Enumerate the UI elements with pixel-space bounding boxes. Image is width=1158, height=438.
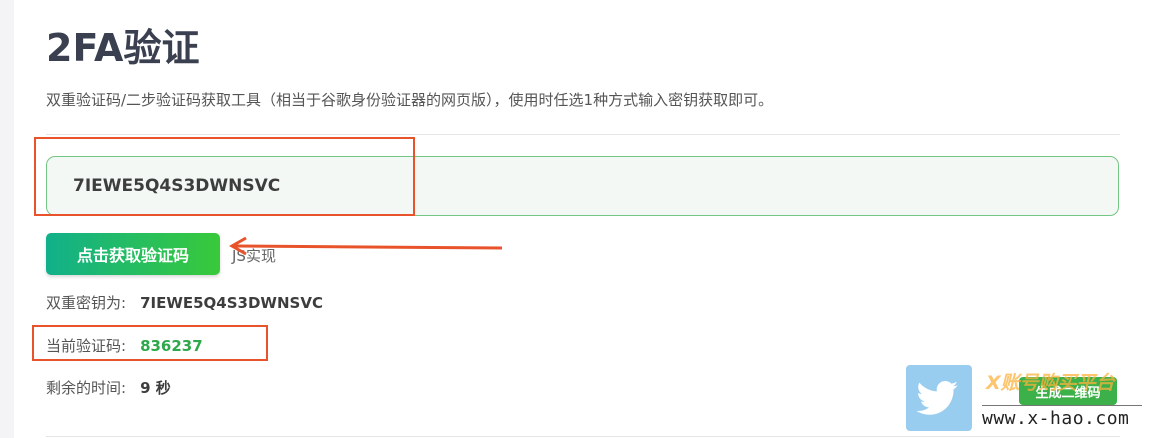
secret-key-input[interactable] [46,156,1119,216]
page-subtitle: 双重验证码/二步验证码获取工具（相当于谷歌身份验证器的网页版），使用时任选1种方… [46,91,774,109]
annotation-arrow-icon [228,236,503,256]
code-label: 当前验证码: [46,337,127,355]
secret-row: 双重密钥为: 7IEWE5Q4S3DWNSVC [46,292,323,313]
secret-value: 7IEWE5Q4S3DWNSVC [140,294,323,312]
code-row: 当前验证码: 836237 [46,335,203,356]
twitter-bird-icon [906,365,972,431]
watermark-url: www.x-hao.com [982,408,1130,429]
secret-label: 双重密钥为: [46,294,127,312]
time-value: 9 秒 [140,379,171,397]
divider [46,436,1120,437]
code-value: 836237 [140,337,203,355]
watermark-title: X账号购买平台 [986,372,1115,394]
time-label: 剩余的时间: [46,379,127,397]
divider [46,134,1120,135]
watermark-divider [982,405,1142,406]
page-title: 2FA验证 [46,26,200,70]
get-code-button[interactable]: 点击获取验证码 [46,233,220,275]
time-row: 剩余的时间: 9 秒 [46,377,171,398]
